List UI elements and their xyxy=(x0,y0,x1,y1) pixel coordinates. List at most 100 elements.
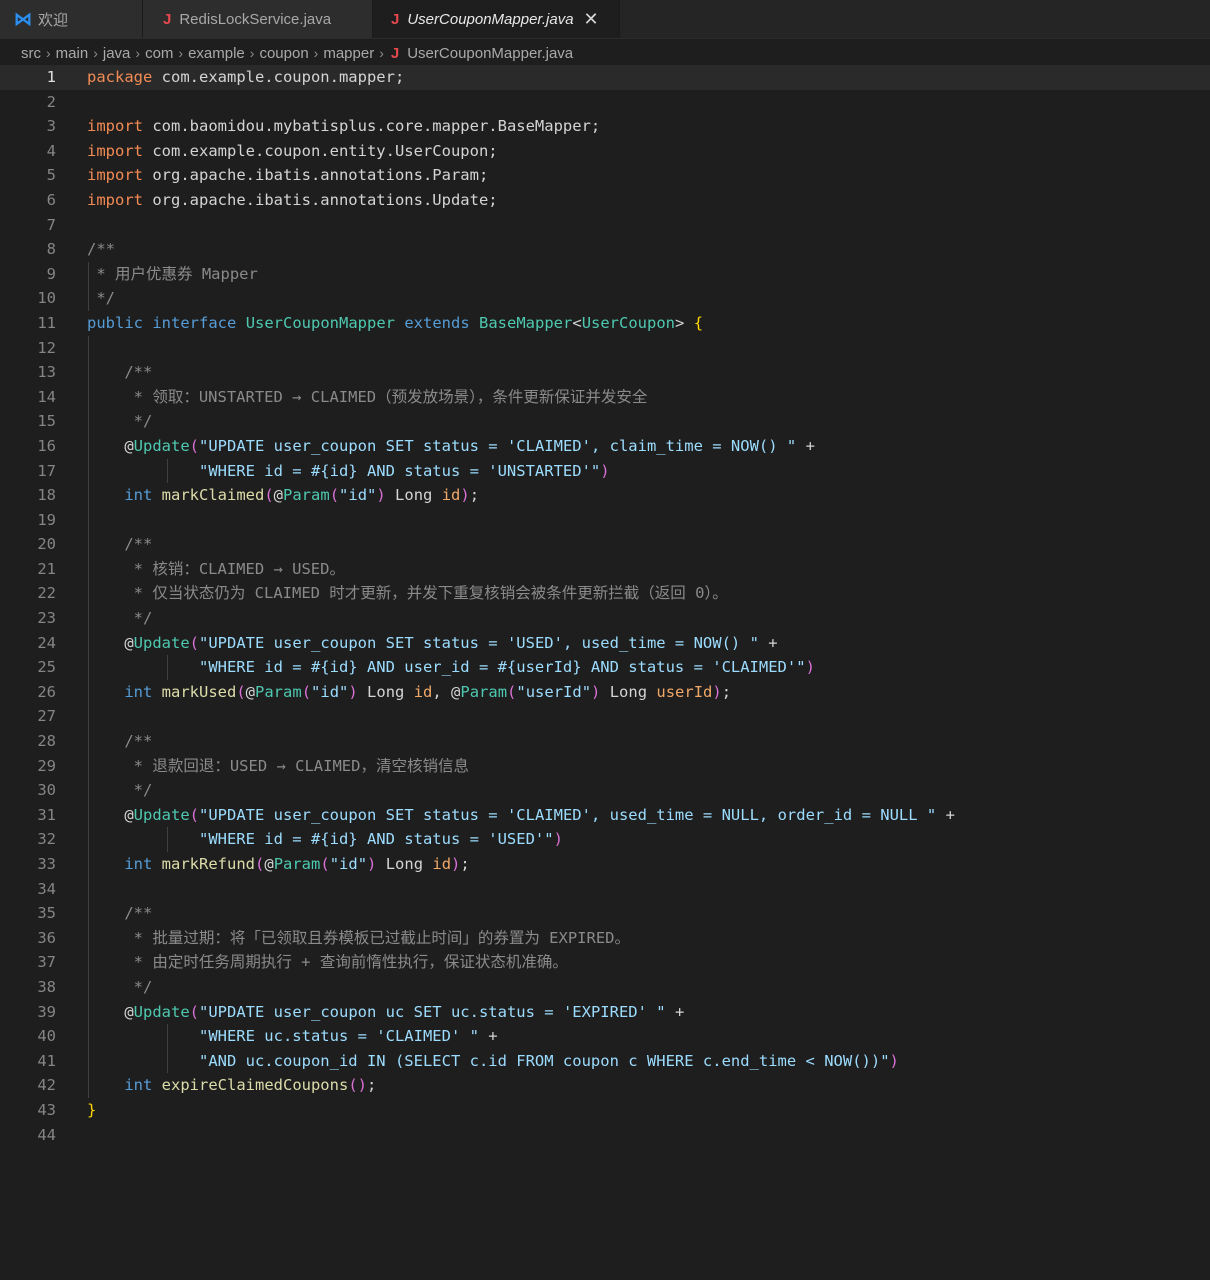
code-line[interactable]: 24 @Update("UPDATE user_coupon SET statu… xyxy=(0,630,1210,656)
code-line[interactable]: 39 @Update("UPDATE user_coupon uc SET uc… xyxy=(0,999,1210,1025)
breadcrumb-item[interactable]: com xyxy=(145,45,173,62)
line-number: 19 xyxy=(37,510,56,529)
code-line[interactable]: 17 "WHERE id = #{id} AND status = 'UNSTA… xyxy=(0,458,1210,484)
code-token: @ xyxy=(87,1002,134,1021)
code-token: "WHERE id = #{id} AND status = 'UNSTARTE… xyxy=(198,461,601,480)
code-line[interactable]: 29 * 退款回退：USED → CLAIMED，清空核销信息 xyxy=(0,753,1210,779)
code-line[interactable]: 35 /** xyxy=(0,901,1210,926)
code-token: ( xyxy=(189,1002,200,1021)
line-number: 42 xyxy=(37,1076,56,1095)
breadcrumb-item[interactable]: coupon xyxy=(259,45,308,62)
code-line[interactable]: 22 * 仅当状态仍为 CLAIMED 时才更新，并发下重复核销会被条件更新拦截… xyxy=(0,581,1210,607)
code-line[interactable]: 7 xyxy=(0,213,1210,238)
breadcrumb-item[interactable]: example xyxy=(188,45,245,62)
close-icon[interactable]: ✕ xyxy=(584,9,599,30)
code-editor[interactable]: 1 package com.example.coupon.mapper; 2 3 imp… xyxy=(0,65,1210,1280)
breadcrumb-item[interactable]: main xyxy=(56,45,89,62)
code-line[interactable]: 34 xyxy=(0,876,1210,902)
code-line[interactable]: 14 * 领取：UNSTARTED → CLAIMED（预发放场景），条件更新保… xyxy=(0,384,1210,410)
line-number: 21 xyxy=(37,559,56,578)
code-token: */ xyxy=(87,289,115,308)
code-token: id xyxy=(413,682,433,701)
code-line[interactable]: 32 "WHERE id = #{id} AND status = 'USED'… xyxy=(0,827,1210,852)
code-line[interactable]: 31 @Update("UPDATE user_coupon SET statu… xyxy=(0,802,1210,828)
code-line[interactable]: 13 /** xyxy=(0,360,1210,385)
code-token: Param xyxy=(460,682,508,701)
code-text: import org.apache.ibatis.annotations.Par… xyxy=(87,163,488,188)
code-line[interactable]: 2 xyxy=(0,90,1210,115)
code-text: int markClaimed(@Param("id") Long id); xyxy=(87,483,479,508)
code-line[interactable]: 4 import com.example.coupon.entity.UserCo… xyxy=(0,139,1210,164)
code-line[interactable]: 19 xyxy=(0,507,1210,533)
code-line[interactable]: 18 int markClaimed(@Param("id") Long id)… xyxy=(0,483,1210,508)
code-line[interactable]: 33 int markRefund(@Param("id") Long id); xyxy=(0,852,1210,877)
code-token: int xyxy=(124,682,153,701)
tab-welcome[interactable]: ⋈ 欢迎 xyxy=(0,0,143,38)
code-line[interactable]: 10 */ xyxy=(0,286,1210,311)
line-number: 41 xyxy=(37,1051,56,1070)
code-line[interactable]: 8 /** xyxy=(0,237,1210,262)
code-line[interactable]: 44 xyxy=(0,1123,1210,1148)
code-text: @Update("UPDATE user_coupon SET status =… xyxy=(87,434,815,459)
code-token: ( xyxy=(189,633,200,652)
code-token: ) xyxy=(460,486,470,505)
code-line[interactable]: 42 int expireClaimedCoupons(); xyxy=(0,1073,1210,1098)
code-line[interactable]: 5 import org.apache.ibatis.annotations.Pa… xyxy=(0,163,1210,188)
chevron-right-icon: › xyxy=(379,45,384,61)
line-number: 6 xyxy=(46,190,56,209)
code-line[interactable]: 11 public interface UserCouponMapper exte… xyxy=(0,311,1210,336)
line-number: 28 xyxy=(37,732,56,751)
breadcrumb-item[interactable]: UserCouponMapper.java xyxy=(407,45,573,62)
code-line[interactable]: 30 */ xyxy=(0,778,1210,803)
code-line[interactable]: 25 "WHERE id = #{id} AND user_id = #{use… xyxy=(0,655,1210,680)
code-token: "UPDATE user_coupon SET status = 'CLAIME… xyxy=(199,805,937,824)
line-number: 7 xyxy=(46,215,56,234)
chevron-right-icon: › xyxy=(135,45,141,61)
code-text: "WHERE id = #{id} AND status = 'USED'") xyxy=(87,827,563,852)
code-text: package com.example.coupon.mapper; xyxy=(87,65,404,90)
code-token: Long xyxy=(600,682,657,701)
code-line[interactable]: 6 import org.apache.ibatis.annotations.Up… xyxy=(0,188,1210,213)
tab-label: 欢迎 xyxy=(38,11,69,29)
breadcrumb-item[interactable]: java xyxy=(103,45,131,62)
code-line[interactable]: 12 xyxy=(0,335,1210,361)
code-line[interactable]: 16 @Update("UPDATE user_coupon SET statu… xyxy=(0,433,1210,459)
code-line[interactable]: 28 /** xyxy=(0,729,1210,754)
code-token: + xyxy=(936,805,955,824)
code-line[interactable]: 9 * 用户优惠券 Mapper xyxy=(0,261,1210,287)
code-text: /** xyxy=(87,901,152,926)
code-line[interactable]: 26 int markUsed(@Param("id") Long id, @P… xyxy=(0,679,1210,705)
code-line[interactable]: 37 * 由定时任务周期执行 + 查询前惰性执行，保证状态机准确。 xyxy=(0,950,1210,975)
code-token: ) xyxy=(712,682,722,701)
code-line[interactable]: 1 package com.example.coupon.mapper; xyxy=(0,65,1210,90)
code-line[interactable]: 21 * 核销：CLAIMED → USED。 xyxy=(0,556,1210,582)
code-token: + xyxy=(478,1027,498,1046)
code-line[interactable]: 43} xyxy=(0,1098,1210,1123)
breadcrumb-item[interactable]: mapper xyxy=(323,45,374,62)
code-line[interactable]: 20 /** xyxy=(0,532,1210,557)
code-line[interactable]: 41 "AND uc.coupon_id IN (SELECT c.id FRO… xyxy=(0,1048,1210,1074)
code-token: @ xyxy=(87,436,134,455)
code-token: UserCouponMapper xyxy=(245,313,395,332)
code-line[interactable]: 36 * 批量过期：将「已领取且券模板已过截止时间」的券置为 EXPIRED。 xyxy=(0,925,1210,951)
tab-user-coupon-mapper[interactable]: J UserCouponMapper.java ✕ xyxy=(373,0,620,38)
code-line[interactable]: 27 xyxy=(0,704,1210,730)
code-text: "WHERE uc.status = 'CLAIMED' " + xyxy=(87,1024,498,1049)
code-token: > xyxy=(675,313,694,332)
code-line[interactable]: 3 import com.baomidou.mybatisplus.core.ma… xyxy=(0,114,1210,139)
code-line[interactable]: 23 */ xyxy=(0,606,1210,631)
code-token: * 用户优惠券 Mapper xyxy=(87,264,258,283)
breadcrumb-item[interactable]: src xyxy=(21,45,41,62)
tab-redis-lock-service[interactable]: J RedisLockService.java xyxy=(143,0,373,38)
code-line[interactable]: 38 */ xyxy=(0,974,1210,1000)
code-text: */ xyxy=(87,286,115,311)
code-line[interactable]: 40 "WHERE uc.status = 'CLAIMED' " + xyxy=(0,1024,1210,1049)
code-line[interactable]: 15 */ xyxy=(0,409,1210,434)
code-token: */ xyxy=(124,977,153,996)
